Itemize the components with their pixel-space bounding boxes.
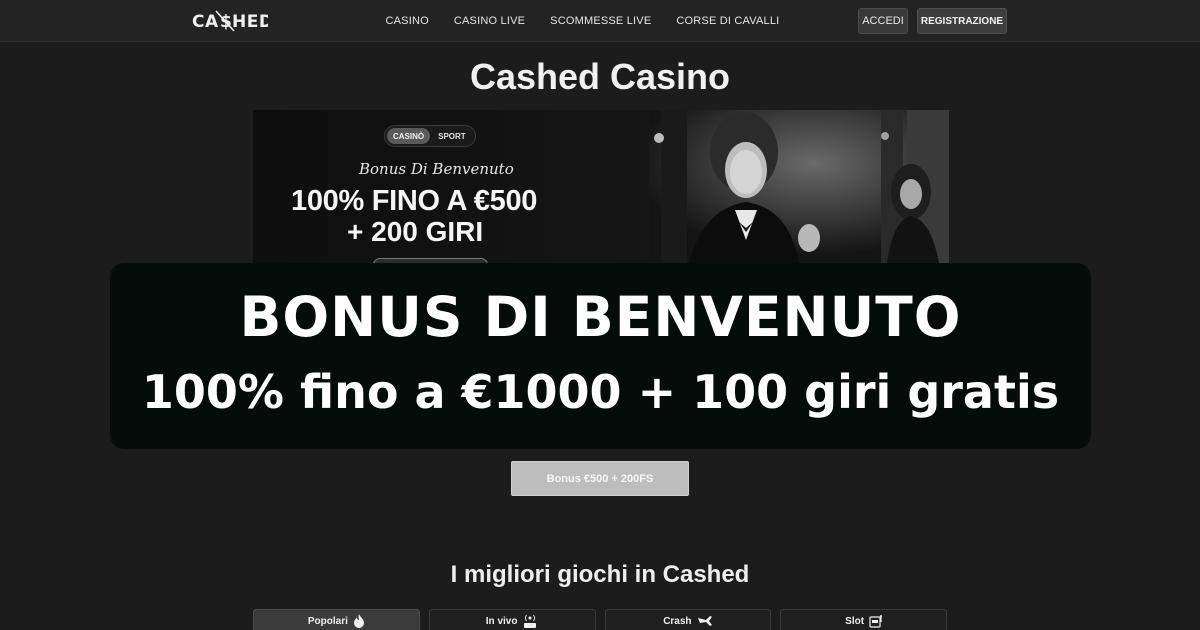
- overlay-title: BONUS DI BENVENUTO: [239, 285, 962, 349]
- toggle-casino[interactable]: CASINÒ: [387, 128, 431, 144]
- casino-sport-toggle[interactable]: CASINÒ SPORT: [384, 125, 476, 147]
- banner-illustration: [649, 110, 949, 263]
- toggle-sport[interactable]: SPORT: [430, 128, 474, 144]
- nav-horse-racing[interactable]: CORSE DI CAVALLI: [664, 15, 792, 27]
- banner-subtitle: Bonus Di Benvenuto: [359, 160, 514, 178]
- tab-label: Slot: [845, 615, 865, 627]
- promo-banner[interactable]: CASINÒ SPORT Bonus Di Benvenuto 100% FIN…: [253, 110, 949, 263]
- tab-popular[interactable]: Popolari: [253, 609, 420, 630]
- live-broadcast-icon: [524, 614, 537, 628]
- cashed-logo-icon: CA $ HED: [192, 10, 268, 32]
- tab-label: In vivo: [485, 615, 518, 627]
- register-button[interactable]: REGISTRAZIONE: [917, 8, 1007, 34]
- nav-casino[interactable]: CASINO: [373, 15, 441, 27]
- banner-headline: 100% FINO A €500: [291, 185, 538, 217]
- claim-bonus-button[interactable]: Bonus €500 + 200FS: [511, 461, 689, 496]
- login-button[interactable]: ACCEDI: [858, 8, 908, 34]
- tab-label: Popolari: [307, 615, 348, 627]
- cashed-logo[interactable]: CA $ HED: [192, 9, 268, 33]
- plane-crash-icon: [697, 616, 712, 626]
- flame-icon: [353, 614, 364, 628]
- nav-live-betting[interactable]: SCOMMESSE LIVE: [538, 15, 664, 27]
- overlay-subtitle: 100% fino a €1000 + 100 giri gratis: [141, 365, 1060, 419]
- tab-live[interactable]: In vivo: [428, 609, 596, 630]
- tab-label: Crash: [663, 615, 692, 627]
- svg-text:CA: CA: [192, 12, 219, 32]
- banner-headline-2: + 200 GIRI: [347, 216, 484, 247]
- tab-crash[interactable]: Crash: [604, 609, 772, 630]
- tab-slot[interactable]: Slot: [780, 609, 947, 630]
- games-section-title: I migliori giochi in Cashed: [450, 561, 750, 588]
- game-category-tabs: Popolari In vivo Crash Slot: [253, 609, 947, 630]
- page-title: Cashed Casino: [469, 56, 731, 97]
- nav-casino-live[interactable]: CASINO LIVE: [441, 15, 537, 27]
- top-navigation-bar: CA $ HED CASINO CASINO LIVE SCOMMESSE LI…: [0, 0, 1200, 42]
- slot-machine-icon: [869, 615, 883, 628]
- main-nav: CASINO CASINO LIVE SCOMMESSE LIVE CORSE …: [373, 0, 792, 42]
- svg-text:HED: HED: [232, 12, 268, 32]
- welcome-bonus-overlay: BONUS DI BENVENUTO 100% fino a €1000 + 1…: [110, 263, 1091, 449]
